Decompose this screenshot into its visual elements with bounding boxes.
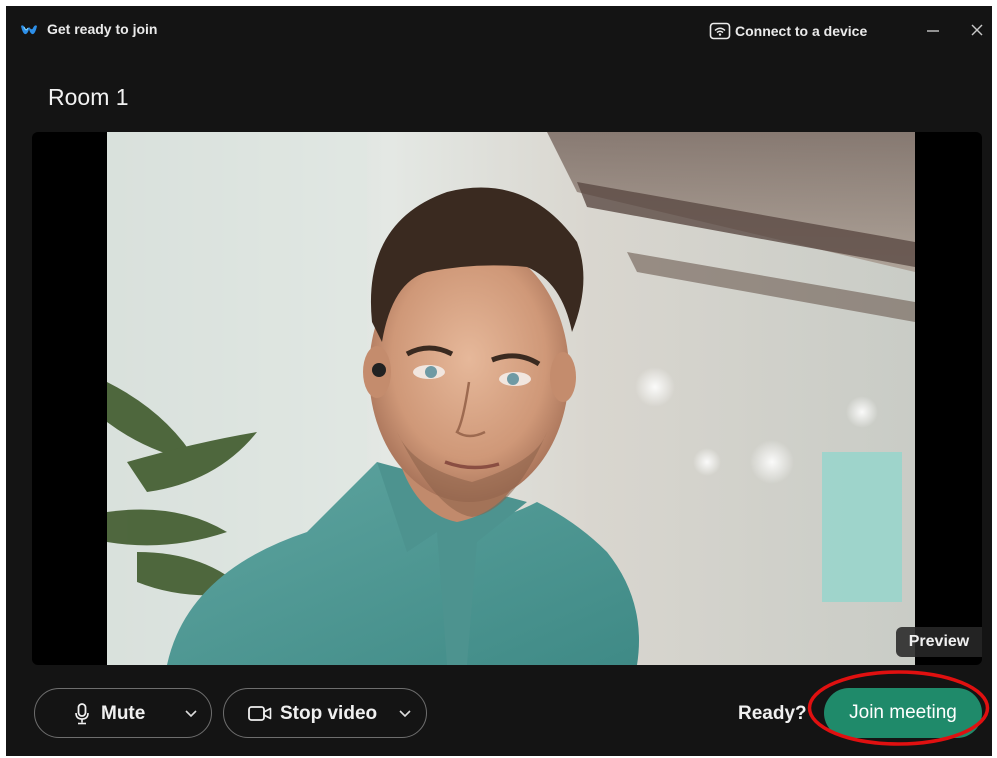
window-title: Get ready to join — [47, 21, 158, 37]
stop-video-label: Stop video — [280, 703, 378, 724]
mute-label: Mute — [101, 703, 146, 724]
mute-button[interactable]: Mute — [34, 688, 212, 738]
self-view-camera-feed — [107, 132, 915, 665]
connect-device-label: Connect to a device — [735, 23, 868, 39]
stop-video-button[interactable]: Stop video — [223, 688, 427, 738]
video-preview: Preview — [32, 132, 982, 665]
ready-prompt: Ready? — [738, 703, 807, 724]
connect-device-button[interactable]: Connect to a device — [709, 18, 867, 44]
microphone-icon — [75, 703, 89, 725]
chevron-down-icon[interactable] — [185, 710, 197, 718]
minimize-button[interactable] — [918, 16, 948, 44]
cast-device-icon — [709, 22, 731, 40]
minimize-icon — [927, 30, 939, 32]
close-button[interactable] — [962, 16, 992, 44]
app-window: Get ready to join Connect to a device Ro… — [6, 6, 992, 756]
preview-badge: Preview — [896, 627, 982, 657]
close-icon — [971, 24, 983, 36]
room-title: Room 1 — [48, 84, 129, 110]
join-meeting-button[interactable]: Join meeting — [824, 688, 982, 738]
chevron-down-icon[interactable] — [399, 710, 411, 718]
video-camera-icon — [248, 706, 272, 721]
title-bar: Get ready to join Connect to a device — [6, 6, 992, 56]
webex-logo-icon — [21, 25, 37, 35]
